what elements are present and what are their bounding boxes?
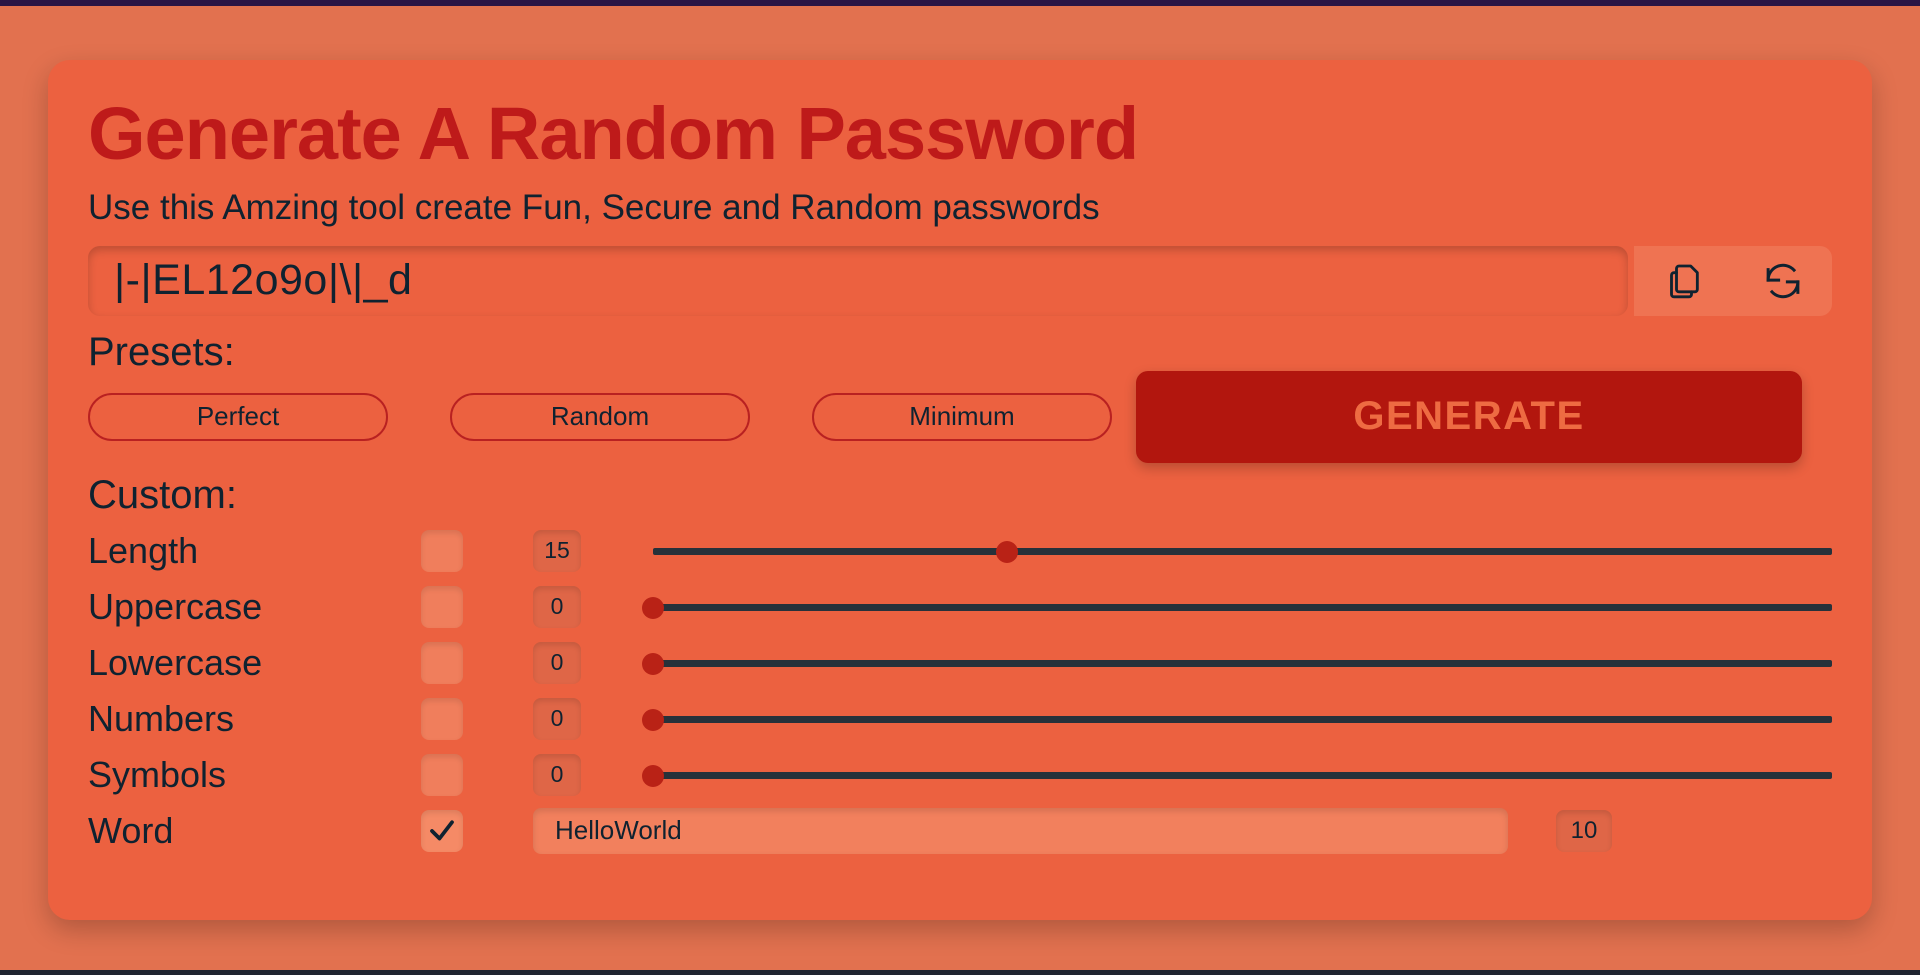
option-row-word: Word HelloWorld 10: [88, 804, 1832, 860]
number-field-length[interactable]: 15: [533, 529, 581, 572]
slider-uppercase[interactable]: [642, 596, 1832, 619]
password-action-group: [1634, 245, 1832, 316]
option-label-symbols: Symbols: [88, 753, 227, 795]
option-label-word: Word: [88, 809, 174, 851]
preset-button-random[interactable]: Random: [450, 392, 750, 441]
refresh-icon: [1762, 260, 1804, 302]
custom-label: Custom:: [88, 472, 237, 517]
checkbox-lowercase[interactable]: [421, 641, 463, 684]
slider-track: [653, 715, 1832, 723]
presets-label: Presets:: [88, 329, 235, 374]
slider-thumb[interactable]: [642, 708, 664, 731]
word-count-field[interactable]: 10: [1556, 809, 1612, 852]
password-output-field[interactable]: |-|EL12o9o|\|_d: [88, 245, 1628, 316]
checkbox-numbers[interactable]: [421, 697, 463, 740]
slider-lowercase[interactable]: [642, 652, 1832, 675]
checkbox-length[interactable]: [421, 529, 463, 572]
option-row-uppercase: Uppercase 0: [88, 580, 1832, 636]
presets-row: Perfect Random Minimum GENERATE: [88, 370, 1832, 465]
preset-button-perfect[interactable]: Perfect: [88, 392, 388, 441]
number-field-lowercase[interactable]: 0: [533, 641, 581, 684]
option-label-uppercase: Uppercase: [88, 585, 263, 627]
slider-thumb[interactable]: [995, 540, 1018, 563]
number-field-numbers[interactable]: 0: [533, 697, 581, 740]
option-row-lowercase: Lowercase 0: [88, 636, 1832, 692]
preset-button-minimum[interactable]: Minimum: [812, 392, 1112, 441]
bottom-accent-strip: [0, 970, 1920, 975]
number-field-symbols[interactable]: 0: [533, 753, 581, 796]
number-field-uppercase[interactable]: 0: [533, 585, 581, 628]
password-output-row: |-|EL12o9o|\|_d: [88, 245, 1832, 316]
slider-thumb[interactable]: [642, 764, 664, 787]
copy-button[interactable]: [1652, 252, 1716, 310]
slider-thumb[interactable]: [642, 652, 664, 675]
page-background: Generate A Random Password Use this Amzi…: [0, 6, 1920, 970]
page-subtitle: Use this Amzing tool create Fun, Secure …: [88, 187, 1100, 227]
checkbox-word[interactable]: [421, 809, 463, 852]
page-title: Generate A Random Password: [88, 92, 1139, 175]
option-label-length: Length: [88, 529, 199, 571]
checkbox-symbols[interactable]: [421, 753, 463, 796]
custom-rows: Length 15 Uppercase 0 Lowercase 0 Number…: [88, 524, 1832, 860]
option-row-length: Length 15: [88, 524, 1832, 580]
slider-track: [653, 547, 1832, 555]
password-generator-card: Generate A Random Password Use this Amzi…: [48, 60, 1872, 920]
slider-track: [653, 659, 1832, 667]
option-label-numbers: Numbers: [88, 697, 235, 739]
slider-numbers[interactable]: [642, 708, 1832, 731]
slider-thumb[interactable]: [642, 596, 664, 619]
option-row-symbols: Symbols 0: [88, 748, 1832, 804]
slider-track: [653, 603, 1832, 611]
slider-track: [653, 771, 1832, 779]
word-text-input[interactable]: HelloWorld: [533, 807, 1508, 854]
generate-button[interactable]: GENERATE: [1136, 370, 1802, 463]
checkbox-uppercase[interactable]: [421, 585, 463, 628]
refresh-button[interactable]: [1751, 252, 1815, 310]
copy-icon: [1664, 261, 1704, 301]
option-row-numbers: Numbers 0: [88, 692, 1832, 748]
option-label-lowercase: Lowercase: [88, 641, 263, 683]
slider-length[interactable]: [653, 540, 1832, 563]
slider-symbols[interactable]: [642, 764, 1832, 787]
